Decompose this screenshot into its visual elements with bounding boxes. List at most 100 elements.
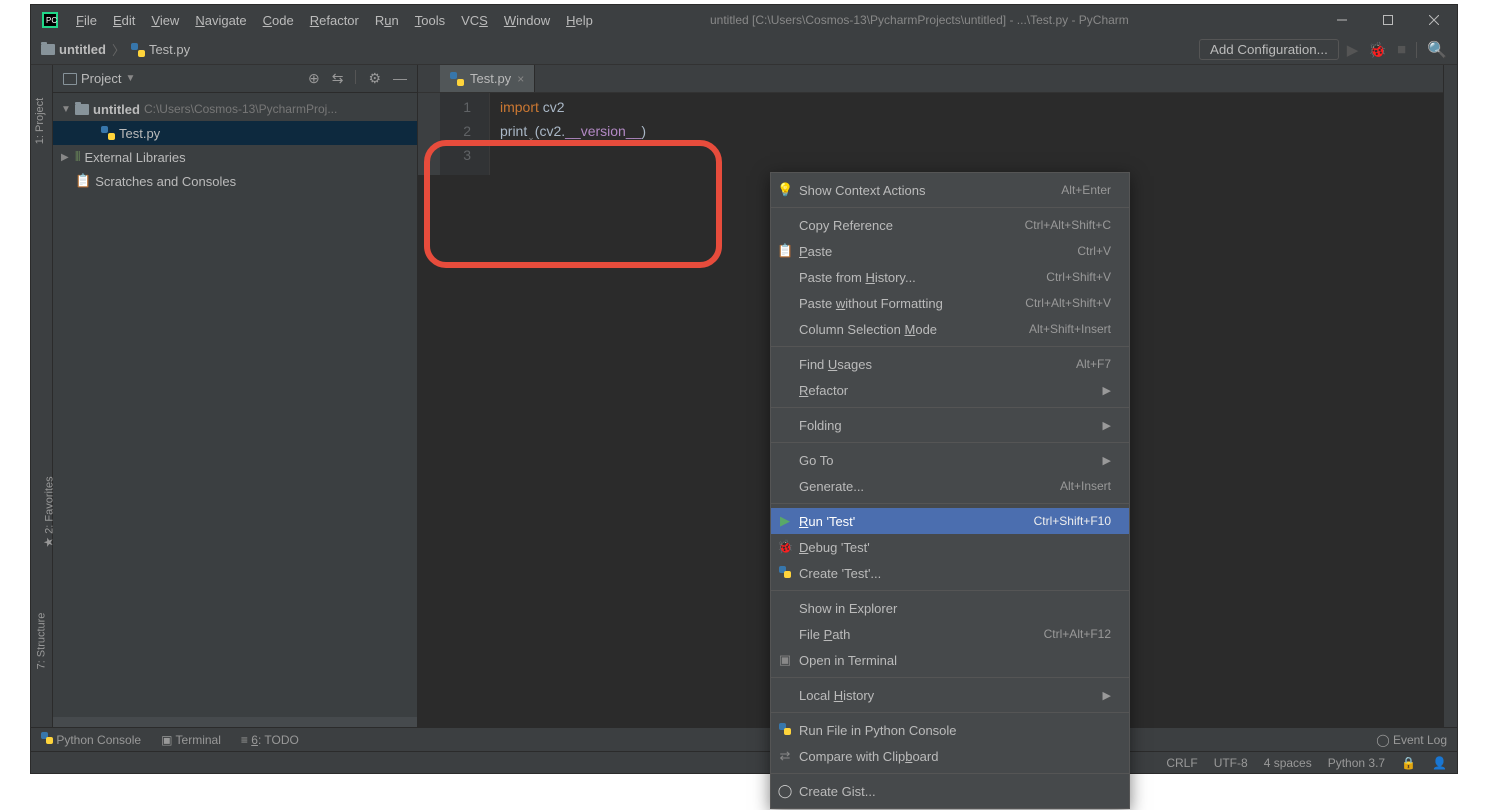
minimize-button[interactable]: [1319, 5, 1365, 35]
context-menu-item[interactable]: ◯ Create Gist...: [771, 778, 1129, 804]
context-menu-separator: [771, 346, 1129, 347]
menu-item-icon: 💡: [777, 182, 793, 198]
menu-vcs[interactable]: VCS: [454, 9, 495, 32]
python-file-icon: [450, 72, 464, 86]
search-everywhere-icon[interactable]: 🔍: [1427, 40, 1447, 60]
context-menu-item[interactable]: File PathCtrl+Alt+F12: [771, 621, 1129, 647]
menu-item-label: Paste without Formatting: [799, 296, 1025, 311]
context-menu-item[interactable]: ▣Open in Terminal: [771, 647, 1129, 673]
menu-item-icon: ⇄: [777, 748, 793, 764]
menu-item-label: Create Gist...: [799, 784, 1111, 799]
menu-item-shortcut: Ctrl+V: [1077, 244, 1111, 258]
folder-icon: [75, 104, 89, 115]
code-editor[interactable]: 1 2 3 import cv2 print⌄(cv2.__version__): [418, 93, 1443, 175]
menu-file[interactable]: File: [69, 9, 104, 32]
event-log-tab[interactable]: ◯ Event Log: [1376, 733, 1447, 747]
tab-project[interactable]: 1: Project: [34, 98, 46, 144]
editor-tab-testpy[interactable]: Test.py ×: [440, 65, 535, 92]
status-encoding[interactable]: UTF-8: [1214, 756, 1248, 770]
tree-external-libraries[interactable]: ▶ ⫴ External Libraries: [53, 145, 417, 169]
run-icon[interactable]: ▶: [1347, 41, 1359, 59]
menu-item-label: Refactor: [799, 383, 1103, 398]
window-title: untitled [C:\Users\Cosmos-13\PycharmProj…: [600, 13, 1319, 27]
menu-item-icon: ▶: [777, 513, 793, 529]
context-menu-separator: [771, 207, 1129, 208]
breadcrumb-file[interactable]: Test.py: [149, 42, 190, 57]
menu-item-icon: 🐞: [777, 539, 793, 555]
context-menu-item[interactable]: Local History▶: [771, 682, 1129, 708]
context-menu-separator: [771, 503, 1129, 504]
context-menu-item[interactable]: Column Selection ModeAlt+Shift+Insert: [771, 316, 1129, 342]
submenu-arrow-icon: ▶: [1103, 689, 1111, 702]
tab-favorites[interactable]: ★ 2: Favorites: [42, 476, 56, 547]
menu-window[interactable]: Window: [497, 9, 557, 32]
context-menu-item[interactable]: ▶Run 'Test'Ctrl+Shift+F10: [771, 508, 1129, 534]
expand-arrow-icon[interactable]: ▼: [61, 104, 71, 115]
status-bar: CRLF UTF-8 4 spaces Python 3.7 🔒 👤: [31, 751, 1457, 773]
menu-refactor[interactable]: Refactor: [303, 9, 366, 32]
context-menu-item[interactable]: Paste from History...Ctrl+Shift+V: [771, 264, 1129, 290]
locate-icon[interactable]: ⊕: [308, 70, 320, 87]
menu-item-label: Show Context Actions: [799, 183, 1061, 198]
status-inspector-icon[interactable]: 👤: [1432, 756, 1447, 770]
hide-icon[interactable]: —: [393, 70, 407, 87]
menu-item-icon: [777, 566, 793, 581]
context-menu-item[interactable]: 📋PasteCtrl+V: [771, 238, 1129, 264]
add-configuration-button[interactable]: Add Configuration...: [1199, 39, 1339, 60]
status-indent[interactable]: 4 spaces: [1264, 756, 1312, 770]
tree-project-root[interactable]: ▼ untitled C:\Users\Cosmos-13\PycharmPro…: [53, 97, 417, 121]
tree-scratches[interactable]: 📋 Scratches and Consoles: [53, 169, 417, 193]
submenu-arrow-icon: ▶: [1103, 454, 1111, 467]
context-menu-item[interactable]: Folding▶: [771, 412, 1129, 438]
settings-icon[interactable]: ⚙: [368, 70, 381, 87]
status-line-ending[interactable]: CRLF: [1166, 756, 1197, 770]
close-button[interactable]: [1411, 5, 1457, 35]
line-gutter: 1 2 3: [440, 93, 490, 175]
status-python[interactable]: Python 3.7: [1328, 756, 1385, 770]
project-view-selector[interactable]: Project ▼: [57, 69, 141, 88]
expand-all-icon[interactable]: ⇆: [332, 70, 344, 87]
editor-tabs: Test.py ×: [418, 65, 1443, 93]
breadcrumb-project[interactable]: untitled: [59, 42, 106, 57]
menu-view[interactable]: View: [144, 9, 186, 32]
terminal-tab[interactable]: ▣ Terminal: [161, 733, 221, 747]
stop-icon[interactable]: ■: [1397, 41, 1406, 58]
menu-run[interactable]: Run: [368, 9, 406, 32]
context-menu-item[interactable]: 💡Show Context ActionsAlt+Enter: [771, 177, 1129, 203]
bottom-tool-bar: Python Console ▣ Terminal ≡ 6: TODO ◯ Ev…: [31, 727, 1457, 751]
menu-edit[interactable]: Edit: [106, 9, 142, 32]
python-console-tab[interactable]: Python Console: [41, 732, 141, 747]
context-menu-item[interactable]: Show in Explorer: [771, 595, 1129, 621]
context-menu-item[interactable]: Paste without FormattingCtrl+Alt+Shift+V: [771, 290, 1129, 316]
menu-item-shortcut: Alt+Insert: [1060, 479, 1111, 493]
sidebar-scrollbar[interactable]: [53, 717, 417, 727]
context-menu-item[interactable]: Refactor▶: [771, 377, 1129, 403]
library-icon: ⫴: [75, 149, 80, 165]
menu-item-icon: 📋: [777, 243, 793, 259]
context-menu-item[interactable]: Run File in Python Console: [771, 717, 1129, 743]
expand-arrow-icon[interactable]: ▶: [61, 152, 71, 163]
maximize-button[interactable]: [1365, 5, 1411, 35]
status-lock-icon[interactable]: 🔒: [1401, 756, 1416, 770]
close-tab-icon[interactable]: ×: [517, 72, 524, 86]
main-menu-bar: File Edit View Navigate Code Refactor Ru…: [69, 9, 600, 32]
context-menu-item[interactable]: Create 'Test'...: [771, 560, 1129, 586]
menu-item-icon: ◯: [777, 783, 793, 799]
tab-structure[interactable]: 7: Structure: [35, 613, 47, 670]
menu-tools[interactable]: Tools: [408, 9, 452, 32]
context-menu-item[interactable]: Go To▶: [771, 447, 1129, 473]
tree-file-testpy[interactable]: Test.py: [53, 121, 417, 145]
context-menu-item[interactable]: ⇄Compare with Clipboard: [771, 743, 1129, 769]
menu-code[interactable]: Code: [256, 9, 301, 32]
menu-navigate[interactable]: Navigate: [188, 9, 253, 32]
menu-item-label: Column Selection Mode: [799, 322, 1029, 337]
debug-icon[interactable]: 🐞: [1368, 41, 1387, 59]
context-menu-item[interactable]: Copy ReferenceCtrl+Alt+Shift+C: [771, 212, 1129, 238]
todo-tab[interactable]: ≡ 6: TODO: [241, 733, 299, 747]
context-menu-item[interactable]: Find UsagesAlt+F7: [771, 351, 1129, 377]
context-menu-item[interactable]: Generate...Alt+Insert: [771, 473, 1129, 499]
menu-item-icon: [777, 723, 793, 738]
menu-help[interactable]: Help: [559, 9, 600, 32]
project-sidebar: Project ▼ ⊕ ⇆ ⚙ — ▼ untitled C:\Users\C: [53, 65, 418, 727]
context-menu-item[interactable]: 🐞Debug 'Test': [771, 534, 1129, 560]
